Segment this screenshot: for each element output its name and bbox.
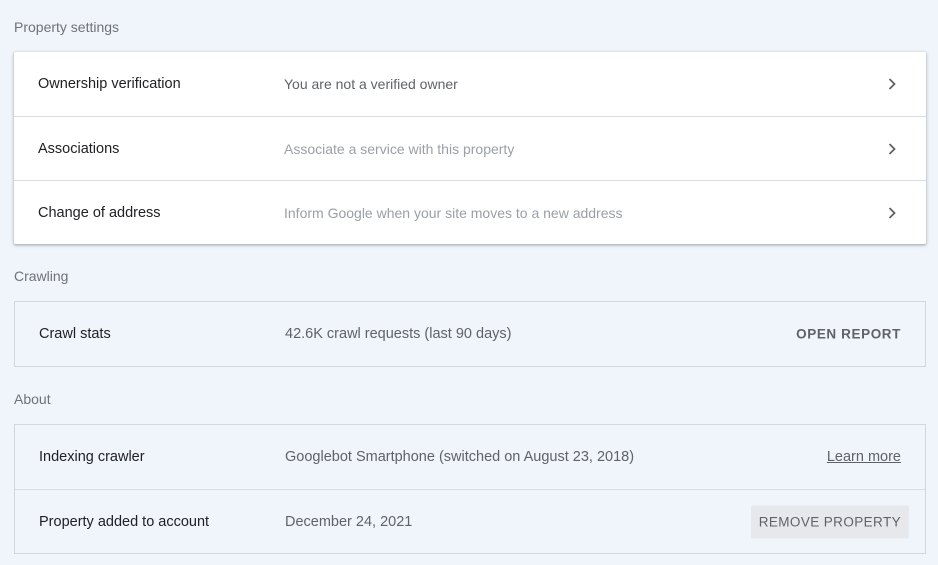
row-value: December 24, 2021: [285, 513, 413, 530]
row-label: Associations: [38, 140, 120, 157]
chevron-right-icon[interactable]: [886, 78, 898, 90]
section-title-crawling: Crawling: [14, 268, 69, 284]
row-value: Inform Google when your site moves to a …: [284, 204, 623, 221]
crawling-card: Crawl stats 42.6K crawl requests (last 9…: [14, 301, 926, 367]
row-value: Googlebot Smartphone (switched on August…: [285, 449, 635, 465]
section-title-about: About: [14, 391, 51, 407]
remove-property-button[interactable]: REMOVE PROPERTY: [750, 505, 909, 538]
chevron-right-icon[interactable]: [886, 142, 898, 155]
row-label: Change of address: [38, 204, 161, 221]
section-title-property-settings: Property settings: [14, 19, 120, 35]
row-value: Associate a service with this property: [284, 140, 515, 157]
property-settings-card: Ownership verification You are not a ver…: [14, 52, 926, 244]
property-added-row: Property added to account December 24, 2…: [15, 489, 925, 553]
about-card: Indexing crawler Googlebot Smartphone (s…: [14, 424, 926, 554]
row-value: 42.6K crawl requests (last 90 days): [285, 326, 512, 342]
change-of-address-row[interactable]: Change of address Inform Google when you…: [14, 180, 926, 244]
row-label: Indexing crawler: [39, 449, 145, 465]
crawl-stats-row: Crawl stats 42.6K crawl requests (last 9…: [15, 302, 925, 366]
learn-more-link[interactable]: Learn more: [827, 449, 901, 465]
row-label: Ownership verification: [38, 76, 181, 92]
chevron-right-icon[interactable]: [886, 206, 898, 219]
row-label: Property added to account: [39, 513, 210, 530]
ownership-verification-row[interactable]: Ownership verification You are not a ver…: [14, 52, 926, 116]
indexing-crawler-row: Indexing crawler Googlebot Smartphone (s…: [15, 425, 925, 489]
row-value: You are not a verified owner: [284, 76, 458, 92]
associations-row[interactable]: Associations Associate a service with th…: [14, 116, 926, 180]
open-report-button[interactable]: OPEN REPORT: [796, 327, 901, 342]
row-label: Crawl stats: [39, 326, 111, 342]
